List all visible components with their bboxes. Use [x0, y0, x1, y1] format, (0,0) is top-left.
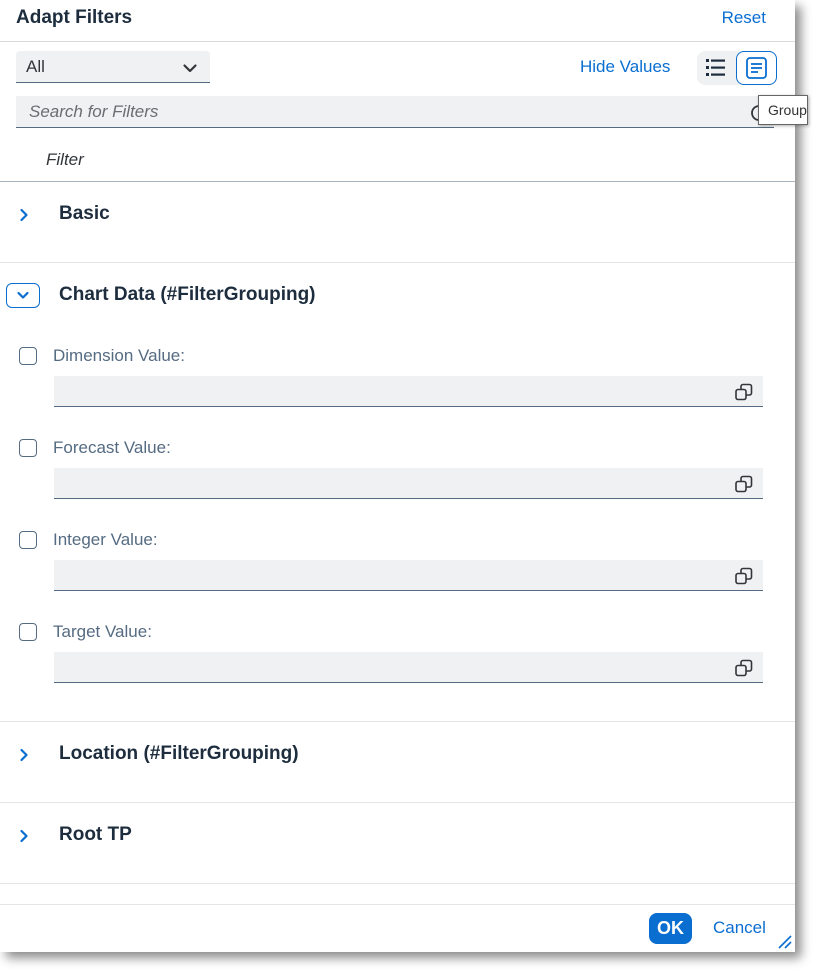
value-help-icon[interactable]: [734, 382, 754, 402]
filter-scope-select[interactable]: All: [16, 51, 210, 83]
reset-button[interactable]: Reset: [722, 8, 766, 28]
forecast-value-checkbox[interactable]: [19, 439, 37, 457]
group-title-basic: Basic: [59, 203, 110, 224]
dimension-value-label: Dimension Value:: [53, 346, 185, 365]
group-view-button[interactable]: [736, 51, 777, 85]
chevron-down-icon: [17, 291, 29, 299]
dimension-value-checkbox[interactable]: [19, 347, 37, 365]
cancel-button[interactable]: Cancel: [713, 918, 766, 938]
search-placeholder: Search for Filters: [29, 102, 159, 121]
forecast-value-label: Forecast Value:: [53, 438, 171, 457]
dimension-value-input[interactable]: [54, 376, 763, 407]
value-help-icon[interactable]: [734, 658, 754, 678]
list-icon: [706, 59, 725, 76]
forecast-value-input[interactable]: [54, 468, 763, 499]
search-field[interactable]: Search for Filters: [16, 96, 774, 128]
chevron-right-icon[interactable]: [17, 208, 31, 222]
value-help-icon[interactable]: [734, 566, 754, 586]
list-view-button[interactable]: [697, 51, 735, 85]
header-divider: [0, 41, 795, 42]
target-value-input[interactable]: [54, 652, 763, 683]
integer-value-label: Integer Value:: [53, 530, 158, 549]
group-title-root-tp: Root TP: [59, 824, 132, 845]
chevron-right-icon[interactable]: [17, 748, 31, 762]
ok-button[interactable]: OK: [649, 913, 692, 944]
footer-divider: [0, 904, 795, 905]
group-view-icon: [746, 57, 767, 79]
group-header-basic[interactable]: Basic: [0, 182, 795, 262]
integer-value-checkbox[interactable]: [19, 531, 37, 549]
view-mode-toggle: [697, 51, 777, 85]
value-help-icon[interactable]: [734, 474, 754, 494]
group-header-location[interactable]: Location (#FilterGrouping): [0, 722, 795, 802]
chevron-down-icon: [183, 64, 197, 73]
group-divider: [0, 883, 795, 884]
group-header-root-tp[interactable]: Root TP: [0, 803, 795, 883]
adapt-filters-dialog: Adapt Filters Reset All Hide Values Sear…: [0, 0, 808, 952]
group-title-location: Location (#FilterGrouping): [59, 743, 299, 764]
resize-handle-icon[interactable]: [776, 933, 792, 949]
select-value: All: [26, 57, 45, 76]
integer-value-input[interactable]: [54, 560, 763, 591]
filter-column-header: Filter: [46, 150, 84, 169]
target-value-label: Target Value:: [53, 622, 152, 641]
group-title-chart-data: Chart Data (#FilterGrouping): [59, 284, 316, 305]
view-mode-tooltip: Group: [758, 95, 808, 125]
collapse-group-button[interactable]: [6, 283, 40, 308]
hide-values-button[interactable]: Hide Values: [580, 57, 670, 77]
dialog-title: Adapt Filters: [16, 7, 133, 28]
group-header-chart-data[interactable]: Chart Data (#FilterGrouping): [0, 263, 795, 323]
target-value-checkbox[interactable]: [19, 623, 37, 641]
chevron-right-icon[interactable]: [17, 829, 31, 843]
